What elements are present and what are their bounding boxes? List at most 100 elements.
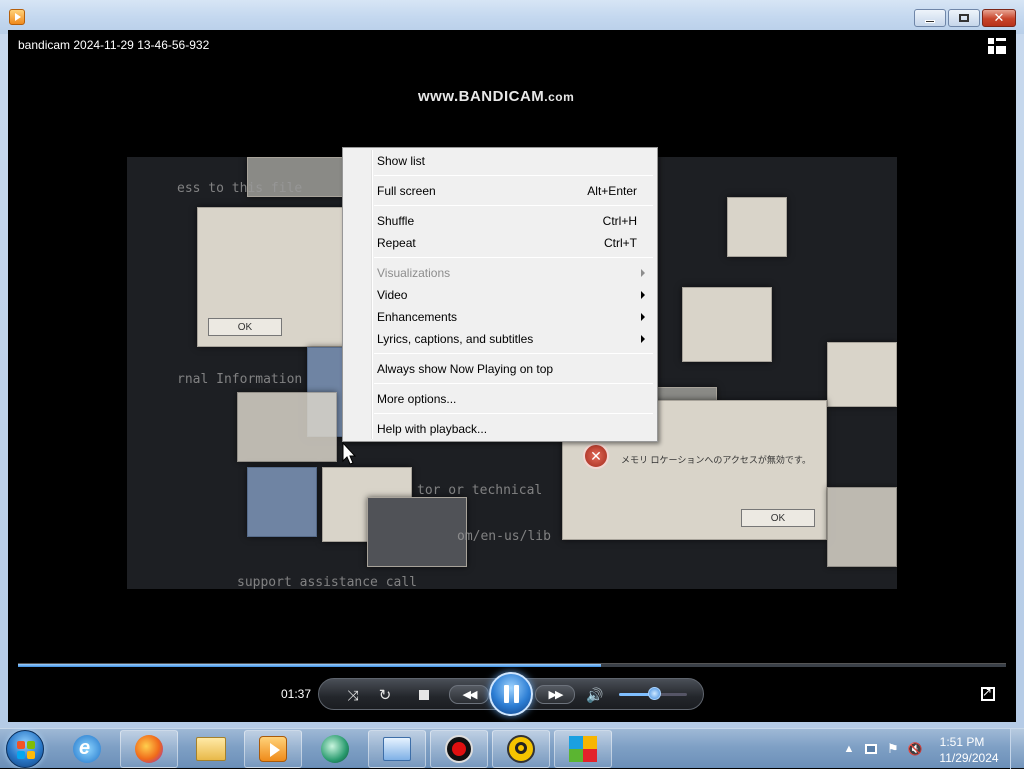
menu-item-always-show-now-playing-on-top[interactable]: Always show Now Playing on top [345,358,655,380]
menu-item-lyrics-captions-and-subtitles[interactable]: Lyrics, captions, and subtitles [345,328,655,350]
elapsed-time: 01:37 [281,687,312,701]
menu-item-label: Show list [377,154,426,168]
start-button[interactable] [6,730,44,768]
taskbar-file-explorer[interactable] [182,730,240,768]
previous-icon: ◀◀ [462,689,478,701]
shuffle-icon[interactable]: ⤨ [344,687,362,703]
fullscreen-icon[interactable] [981,685,995,701]
clock-date[interactable]: 11/29/2024 [934,751,1004,765]
video-text: support assistance call [237,575,418,589]
taskbar-control-panel[interactable] [368,730,426,768]
show-desktop-button[interactable] [1010,729,1024,769]
menu-item-label: Always show Now Playing on top [377,362,554,376]
maximize-icon [959,14,969,22]
pause-button[interactable] [489,672,533,716]
watermark-suffix: .com [544,90,575,104]
volume-knob[interactable] [648,687,661,700]
stop-icon [419,690,429,700]
video-window [367,497,467,567]
control-panel-icon [383,737,411,761]
video-text: tor or technical [417,483,543,498]
menu-item-shuffle[interactable]: Shuffle Ctrl+H [345,210,655,232]
menu-separator [374,175,653,176]
taskbar-bandicam[interactable] [430,730,488,768]
menu-item-label: Help with playback... [377,422,488,436]
folder-icon [196,737,226,761]
menu-item-label: Video [377,288,408,302]
context-menu: Show list Full screen Alt+Enter Shuffle Ctrl… [342,147,658,442]
clock-time[interactable]: 1:51 PM [927,735,997,749]
show-hidden-icons-icon[interactable]: ▲ [842,742,856,756]
title-bar[interactable]: ✕ [0,0,1024,34]
menu-item-show-list[interactable]: Show list [345,150,655,172]
video-window [682,287,772,362]
windows-media-player-icon[interactable] [9,9,25,25]
next-icon: ▶▶ [548,689,564,701]
submenu-arrow-icon [641,313,645,321]
submenu-arrow-icon [641,269,645,277]
pause-icon-bar [513,685,519,703]
action-center-flag-icon[interactable]: ⚑ [886,741,900,756]
taskbar-internet-explorer[interactable]: e [58,730,116,768]
media-player-window: ✕ bandicam 2024-11-29 13-46-56-932 www.B… [0,0,1024,728]
menu-item-enhancements[interactable]: Enhancements [345,306,655,328]
taskbar-bandiview[interactable] [492,730,550,768]
taskbar-firefox[interactable] [120,730,178,768]
menu-item-video[interactable]: Video [345,284,655,306]
menu-item-help-with-playback[interactable]: Help with playback... [345,418,655,440]
repeat-icon[interactable]: ↻ [376,686,394,704]
stop-button[interactable] [417,688,431,702]
menu-item-label: Lyrics, captions, and subtitles [377,332,534,346]
windows-logo-icon [17,741,35,759]
minimize-icon [925,19,935,23]
bandiview-icon [507,735,535,763]
speaker-muted-icon[interactable]: 🔇 [908,742,923,756]
bandicam-watermark: www.BANDICAM.com [418,88,574,105]
seek-bar[interactable] [18,663,1006,667]
video-dialog: OK [197,207,347,347]
speaker-icon[interactable]: 🔊 [586,686,604,704]
internet-explorer-icon: e [73,735,101,763]
menu-item-label: More options... [377,392,457,406]
previous-button[interactable]: ◀◀ [449,685,489,704]
minimize-button[interactable] [914,9,946,27]
close-button[interactable]: ✕ [982,9,1016,27]
submenu-arrow-icon [641,291,645,299]
menu-item-visualizations: Visualizations [345,262,655,284]
video-dialog-ok: OK [208,318,282,336]
error-icon: ✕ [583,443,609,469]
menu-item-label: Full screen [377,184,436,198]
media-title: bandicam 2024-11-29 13-46-56-932 [18,38,210,52]
video-text: om/en-us/lib [457,529,551,544]
menu-item-full-screen[interactable]: Full screen Alt+Enter [345,180,655,202]
menu-item-label: Repeat [377,236,416,250]
mouse-cursor-icon [342,442,356,465]
menu-separator [374,353,653,354]
system-tray: ▲ ⚑ 🔇 1:51 PM 11/29/2024 [834,729,1024,769]
next-button[interactable]: ▶▶ [535,685,575,704]
pause-icon [503,685,509,703]
video-window [727,197,787,257]
taskbar: e ▲ ⚑ 🔇 1:51 PM 11/29/2024 [0,728,1024,769]
menu-item-label: Visualizations [377,266,451,280]
menu-item-label: Enhancements [377,310,458,324]
network-icon[interactable] [864,742,878,756]
close-icon: ✕ [993,10,1005,25]
video-dialog-ok-2: OK [741,509,815,527]
menu-separator [374,257,653,258]
video-window [237,392,337,462]
taskbar-media-center[interactable] [306,730,364,768]
maximize-button[interactable] [948,9,980,27]
menu-item-label: Shuffle [377,214,415,228]
video-text: rnal Information [177,372,303,387]
menu-item-repeat[interactable]: Repeat Ctrl+T [345,232,655,254]
media-player-icon [259,736,287,762]
avg-icon [569,736,597,762]
menu-item-more-options[interactable]: More options... [345,388,655,410]
seek-bar-progress [18,664,601,667]
switch-to-library-icon[interactable] [988,38,1006,54]
taskbar-media-player[interactable] [244,730,302,768]
video-text: ess to this file [177,181,303,196]
taskbar-avg[interactable] [554,730,612,768]
menu-separator [374,383,653,384]
